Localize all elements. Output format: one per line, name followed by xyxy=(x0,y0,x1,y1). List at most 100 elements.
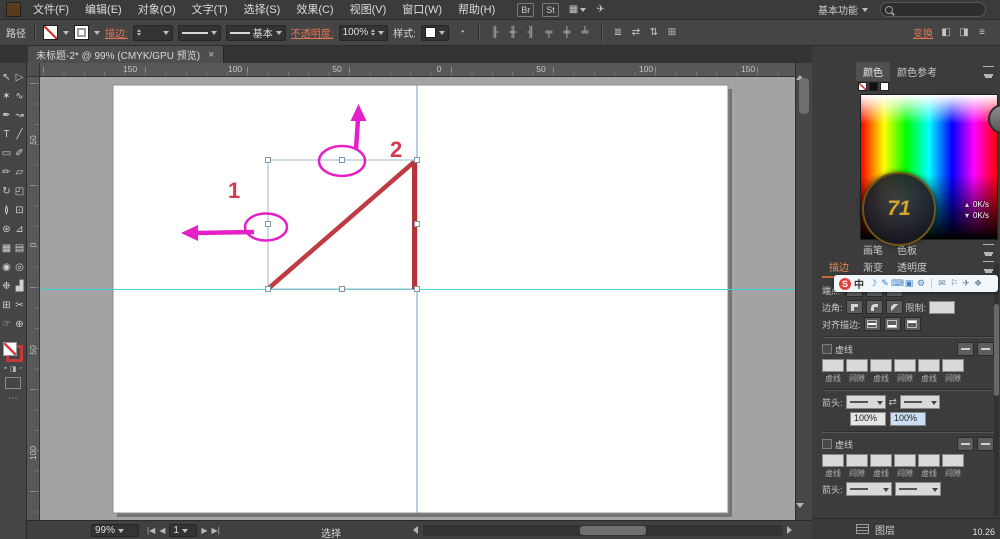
gradient-button[interactable]: ◨ xyxy=(10,365,17,373)
nav-next-icon-2[interactable]: ▶| xyxy=(212,526,220,535)
nav-prev-icon-1[interactable]: |◀ xyxy=(147,526,155,535)
pencil-tool[interactable]: ✏ xyxy=(0,163,13,182)
menu-item-9[interactable]: 帮助(H) xyxy=(450,0,503,20)
type-tool[interactable]: T xyxy=(0,125,13,144)
handle-bottom-left[interactable] xyxy=(265,286,271,292)
shape-mode-icon[interactable]: ◧ xyxy=(938,25,954,40)
scroll-left-icon[interactable] xyxy=(413,526,418,534)
dash-value-input[interactable] xyxy=(894,454,916,467)
align-v-center-icon[interactable]: ╪ xyxy=(559,25,575,40)
zoom-select[interactable]: 99% xyxy=(91,524,139,537)
white-swatch[interactable] xyxy=(880,82,889,91)
handwriting-icon[interactable]: ✎ xyxy=(879,278,891,289)
arrange-caret-icon[interactable] xyxy=(580,7,587,12)
dash-value-input[interactable] xyxy=(822,359,844,372)
paintbrush-tool[interactable]: ✐ xyxy=(13,144,26,163)
dash-align-button[interactable] xyxy=(977,437,994,451)
join-miter-button[interactable] xyxy=(845,300,863,314)
menu-item-7[interactable]: 视图(V) xyxy=(342,0,395,20)
dash-value-input[interactable] xyxy=(846,454,868,467)
pen-tool[interactable]: ✒ xyxy=(0,106,13,125)
chat-icon[interactable]: ❖ xyxy=(972,278,984,289)
fill-proxy-swatch[interactable] xyxy=(3,342,17,356)
arrowhead-scale-input[interactable]: 100% xyxy=(890,412,926,426)
dash-value-input[interactable] xyxy=(870,359,892,372)
moon-icon[interactable]: ☽ xyxy=(867,278,879,289)
document-tab[interactable]: 未标题-2* @ 99% (CMYK/GPU 预览) × xyxy=(28,46,224,63)
align-h-center-icon[interactable]: ╫ xyxy=(505,25,521,40)
align-stroke-outside-button[interactable] xyxy=(903,317,921,331)
dash-value-input[interactable] xyxy=(942,454,964,467)
tab-color-guide[interactable]: 颜色参考 xyxy=(890,62,944,81)
nav-next-icon-1[interactable]: ▶ xyxy=(201,526,207,535)
scroll-right-icon[interactable] xyxy=(787,526,792,534)
perspective-grid-tool[interactable]: ⊿ xyxy=(13,220,26,239)
horizontal-scrollbar[interactable] xyxy=(423,525,783,536)
align-left-icon[interactable]: ╟ xyxy=(487,25,503,40)
align-right-icon[interactable]: ╢ xyxy=(523,25,539,40)
opacity-link[interactable]: 不透明度: xyxy=(291,25,334,40)
dashed-line-checkbox[interactable] xyxy=(822,439,832,449)
menu-item-2[interactable]: 编辑(E) xyxy=(77,0,130,20)
screen-mode-icon[interactable]: ⋯ xyxy=(0,393,26,404)
handle-bottom-center[interactable] xyxy=(339,286,345,292)
dashed-line-checkbox[interactable] xyxy=(822,344,832,354)
handle-bottom-right[interactable] xyxy=(414,286,420,292)
shape-builder-tool[interactable]: ⊛ xyxy=(0,220,13,239)
vertical-scroll-thumb[interactable] xyxy=(799,78,809,114)
menu-item-8[interactable]: 窗口(W) xyxy=(394,0,450,20)
align-stroke-center-button[interactable] xyxy=(863,317,881,331)
scroll-down-icon[interactable] xyxy=(796,503,812,520)
zoom-tool[interactable]: ⊕ xyxy=(13,315,26,334)
vertical-ruler[interactable]: 50 0 50 100 xyxy=(27,77,40,520)
gpu-icon[interactable]: ✈ xyxy=(596,4,604,15)
artboard[interactable] xyxy=(112,84,729,514)
ruler-origin-corner[interactable] xyxy=(27,63,40,77)
symbol-sprayer-tool[interactable]: ❉ xyxy=(0,277,13,296)
clipboard-icon[interactable]: ▣ xyxy=(903,278,915,289)
nav-prev-icon-2[interactable]: ◀ xyxy=(159,526,165,535)
dash-value-input[interactable] xyxy=(846,359,868,372)
lasso-tool[interactable]: ∿ xyxy=(13,87,26,106)
document-viewport[interactable]: 1 2 xyxy=(40,77,795,520)
align-bottom-icon[interactable]: ╧ xyxy=(577,25,593,40)
stroke-width-stepper[interactable] xyxy=(136,29,141,36)
shaper-tool[interactable]: ▱ xyxy=(13,163,26,182)
handle-top-right[interactable] xyxy=(414,157,420,163)
panel-scrollbar[interactable] xyxy=(994,264,999,516)
arrowhead-end-select[interactable] xyxy=(899,395,940,409)
opacity-stepper[interactable] xyxy=(371,29,376,36)
arrange-documents-icon[interactable]: ▦ xyxy=(569,4,578,15)
fill-caret-icon[interactable] xyxy=(63,30,69,35)
scroll-up-icon[interactable] xyxy=(796,63,812,80)
handle-middle-left[interactable] xyxy=(265,221,271,227)
horizontal-ruler[interactable]: 150 100 50 0 50 100 150 xyxy=(40,63,795,77)
stroke-caret-icon[interactable] xyxy=(94,30,100,35)
arrowhead-start-select[interactable] xyxy=(845,395,886,409)
tab-color[interactable]: 颜色 xyxy=(856,62,890,81)
dash-preserve-button[interactable] xyxy=(957,437,974,451)
brush-definition-select[interactable]: 基本 xyxy=(225,24,286,41)
artboard-select[interactable]: 1 xyxy=(169,524,198,537)
mesh-tool[interactable]: ▦ xyxy=(0,239,13,258)
stroke-link[interactable]: 描边: xyxy=(105,25,128,40)
panel-menu-icon[interactable] xyxy=(983,261,994,269)
dash-value-input[interactable] xyxy=(918,454,940,467)
menu-item-3[interactable]: 对象(O) xyxy=(130,0,184,20)
fill-stroke-proxy[interactable] xyxy=(3,342,23,362)
arrange-icon[interactable]: ⇅ xyxy=(646,25,662,40)
free-transform-tool[interactable]: ⊡ xyxy=(13,201,26,220)
vertical-scrollbar[interactable] xyxy=(795,63,812,520)
miter-limit-input[interactable] xyxy=(929,300,956,314)
menu-item-5[interactable]: 选择(S) xyxy=(236,0,289,20)
dash-align-button[interactable] xyxy=(977,342,994,356)
variable-width-profile-select[interactable] xyxy=(177,24,221,41)
handle-top-center[interactable] xyxy=(339,157,345,163)
dash-value-input[interactable] xyxy=(822,454,844,467)
bridge-badge[interactable]: Br xyxy=(517,2,535,17)
mail-icon[interactable]: ✉ xyxy=(936,278,948,289)
distribute-icon[interactable]: ≣ xyxy=(610,25,626,40)
panel-options-icon[interactable]: ≡ xyxy=(974,25,990,40)
direct-selection-tool[interactable]: ▷ xyxy=(13,68,26,87)
blend-tool[interactable]: ◎ xyxy=(13,258,26,277)
